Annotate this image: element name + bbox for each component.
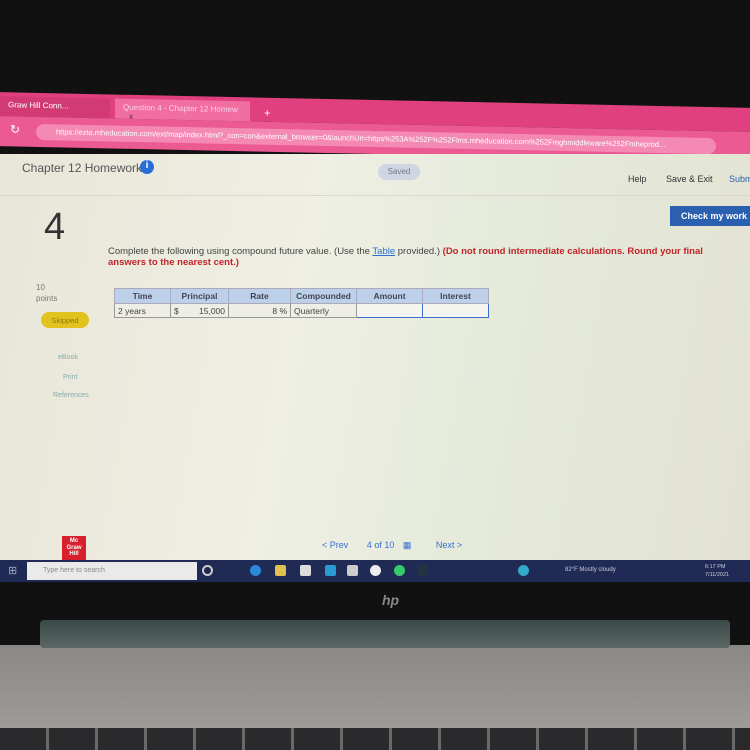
time: 6:17 PM xyxy=(705,564,726,570)
tab-label: Question 4 - Chapter 12 Homew xyxy=(123,102,238,115)
chrome-icon[interactable] xyxy=(370,565,381,576)
rate-unit: % xyxy=(279,305,287,316)
submit-link[interactable]: Subm xyxy=(729,174,750,184)
hp-logo: hp xyxy=(382,592,400,608)
amount-input[interactable] xyxy=(356,303,423,318)
references-link[interactable]: References xyxy=(53,392,89,399)
app-icon[interactable] xyxy=(518,565,529,576)
principal-cell: $15,000 xyxy=(170,303,229,318)
date: 7/11/2021 xyxy=(705,572,730,578)
prev-button[interactable]: < Prev xyxy=(322,540,348,550)
points: 10 points xyxy=(36,282,57,304)
taskbar-search-input[interactable]: Type here to search xyxy=(27,562,197,580)
spotify-icon[interactable] xyxy=(394,565,405,576)
app-icon[interactable] xyxy=(417,565,428,576)
principal-value: 15,000 xyxy=(199,305,225,316)
col-principal: Principal xyxy=(170,288,229,304)
ebook-link[interactable]: eBook xyxy=(58,354,78,361)
question-text: Complete the following using compound fu… xyxy=(108,246,738,268)
windows-start-icon[interactable]: ⊞ xyxy=(8,564,17,577)
cortana-icon[interactable] xyxy=(202,565,213,576)
header: Chapter 12 Homework i Saved Help Save & … xyxy=(0,154,750,196)
question-text-part: Complete the following using compound fu… xyxy=(108,246,373,257)
col-interest: Interest xyxy=(422,288,489,304)
mail-icon[interactable] xyxy=(325,565,336,576)
help-link[interactable]: Help xyxy=(628,174,647,184)
url-input[interactable]: https://ezto.mheducation.com/ext/map/ind… xyxy=(36,123,716,155)
page-total: of 10 xyxy=(374,540,395,550)
keyboard xyxy=(0,728,750,750)
question-text-part: provided.) xyxy=(395,246,443,257)
amazon-icon[interactable] xyxy=(347,565,358,576)
weather-widget[interactable]: 82°F Mostly cloudy xyxy=(565,567,616,573)
question-nav: < Prev 4 of 10 ▦ Next > xyxy=(322,540,462,551)
col-time: Time xyxy=(114,288,171,304)
browser-tab-active[interactable]: Question 4 - Chapter 12 Homew x xyxy=(115,98,250,122)
edge-icon[interactable] xyxy=(250,565,261,576)
col-compounded: Compounded xyxy=(290,288,357,304)
browser-tab[interactable]: Graw Hill Conn... xyxy=(0,96,110,119)
page-title: Chapter 12 Homework xyxy=(22,161,143,175)
save-exit-link[interactable]: Save & Exit xyxy=(666,174,713,184)
tab-label: Graw Hill Conn... xyxy=(8,100,69,111)
file-explorer-icon[interactable] xyxy=(275,565,286,576)
grid-icon[interactable]: ▦ xyxy=(403,540,412,550)
points-label: points xyxy=(36,294,58,303)
compounded-cell: Quarterly xyxy=(290,303,357,318)
info-icon[interactable]: i xyxy=(140,160,154,174)
mcgraw-hill-logo: Mc Graw Hill xyxy=(62,536,86,560)
rate-value: 8 xyxy=(272,305,278,316)
time-cell: 2 years xyxy=(114,303,171,318)
compound-table: Time Principal Rate Compounded Amount In… xyxy=(114,288,489,318)
col-amount: Amount xyxy=(356,288,423,304)
question-number: 4 xyxy=(44,206,66,248)
currency: $ xyxy=(174,305,179,316)
store-icon[interactable] xyxy=(300,565,311,576)
col-rate: Rate xyxy=(228,288,291,304)
laptop-hinge xyxy=(40,620,730,648)
reload-icon[interactable]: ↻ xyxy=(10,122,20,136)
interest-input[interactable] xyxy=(422,303,489,318)
table-link[interactable]: Table xyxy=(372,246,395,257)
saved-badge: Saved xyxy=(378,164,420,180)
points-value: 10 xyxy=(36,283,45,292)
table-header-row: Time Principal Rate Compounded Amount In… xyxy=(114,288,489,304)
page-current: 4 xyxy=(366,540,372,550)
table-row: 2 years $15,000 8 % Quarterly xyxy=(114,303,489,318)
status-badge: Skipped xyxy=(41,312,89,328)
clock[interactable]: 6:17 PM 7/11/2021 xyxy=(705,563,729,579)
windows-taskbar: ⊞ Type here to search 82°F Mostly cloudy… xyxy=(0,560,750,582)
check-my-work-button[interactable]: Check my work xyxy=(670,206,750,226)
print-link[interactable]: Print xyxy=(63,374,77,381)
page-content: Chapter 12 Homework i Saved Help Save & … xyxy=(0,154,750,560)
rate-cell: 8 % xyxy=(228,303,291,318)
next-button[interactable]: Next > xyxy=(436,540,462,550)
